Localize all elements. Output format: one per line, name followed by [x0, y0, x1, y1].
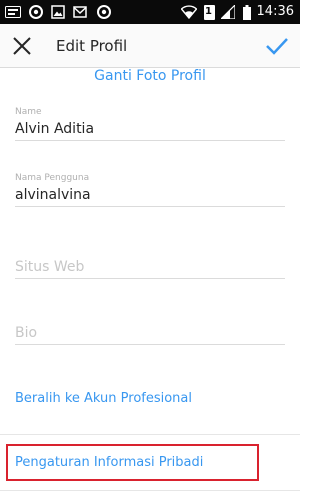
chrome-icon: [96, 4, 112, 20]
clock: 14:36: [256, 4, 294, 19]
website-input[interactable]: [15, 256, 285, 278]
gallery-icon: [50, 4, 66, 20]
divider: [0, 434, 300, 435]
toolbar: Edit Profil: [0, 24, 300, 68]
name-input[interactable]: [15, 118, 285, 140]
highlight-box: [6, 444, 259, 481]
bio-underline: [15, 344, 285, 345]
name-label: Name: [15, 107, 42, 117]
divider: [0, 490, 300, 491]
gmail-icon: [72, 4, 88, 20]
username-label: Nama Pengguna: [15, 173, 90, 183]
page-title: Edit Profil: [56, 37, 128, 55]
bio-input[interactable]: [15, 322, 285, 344]
sim-icon: 1: [203, 4, 215, 20]
status-bar: 1 14:36: [0, 0, 300, 24]
website-field: [15, 256, 285, 279]
wifi-icon: [180, 4, 198, 20]
switch-professional-account-link[interactable]: Beralih ke Akun Profesional: [15, 390, 192, 408]
username-field: Nama Pengguna: [15, 172, 285, 207]
website-underline: [15, 278, 285, 279]
messenger-icon: [4, 4, 22, 20]
bio-field: [15, 322, 285, 345]
close-icon[interactable]: [10, 34, 34, 58]
battery-icon: [242, 4, 252, 20]
chrome-icon: [28, 4, 44, 20]
name-underline: [15, 140, 285, 141]
username-underline: [15, 206, 285, 207]
sim-number: 1: [205, 6, 212, 17]
checkmark-icon[interactable]: [264, 34, 290, 58]
signal-icon: [220, 4, 236, 20]
change-profile-photo-link[interactable]: Ganti Foto Profil: [0, 66, 300, 86]
name-field: Name: [15, 106, 285, 141]
username-input[interactable]: [15, 184, 285, 206]
